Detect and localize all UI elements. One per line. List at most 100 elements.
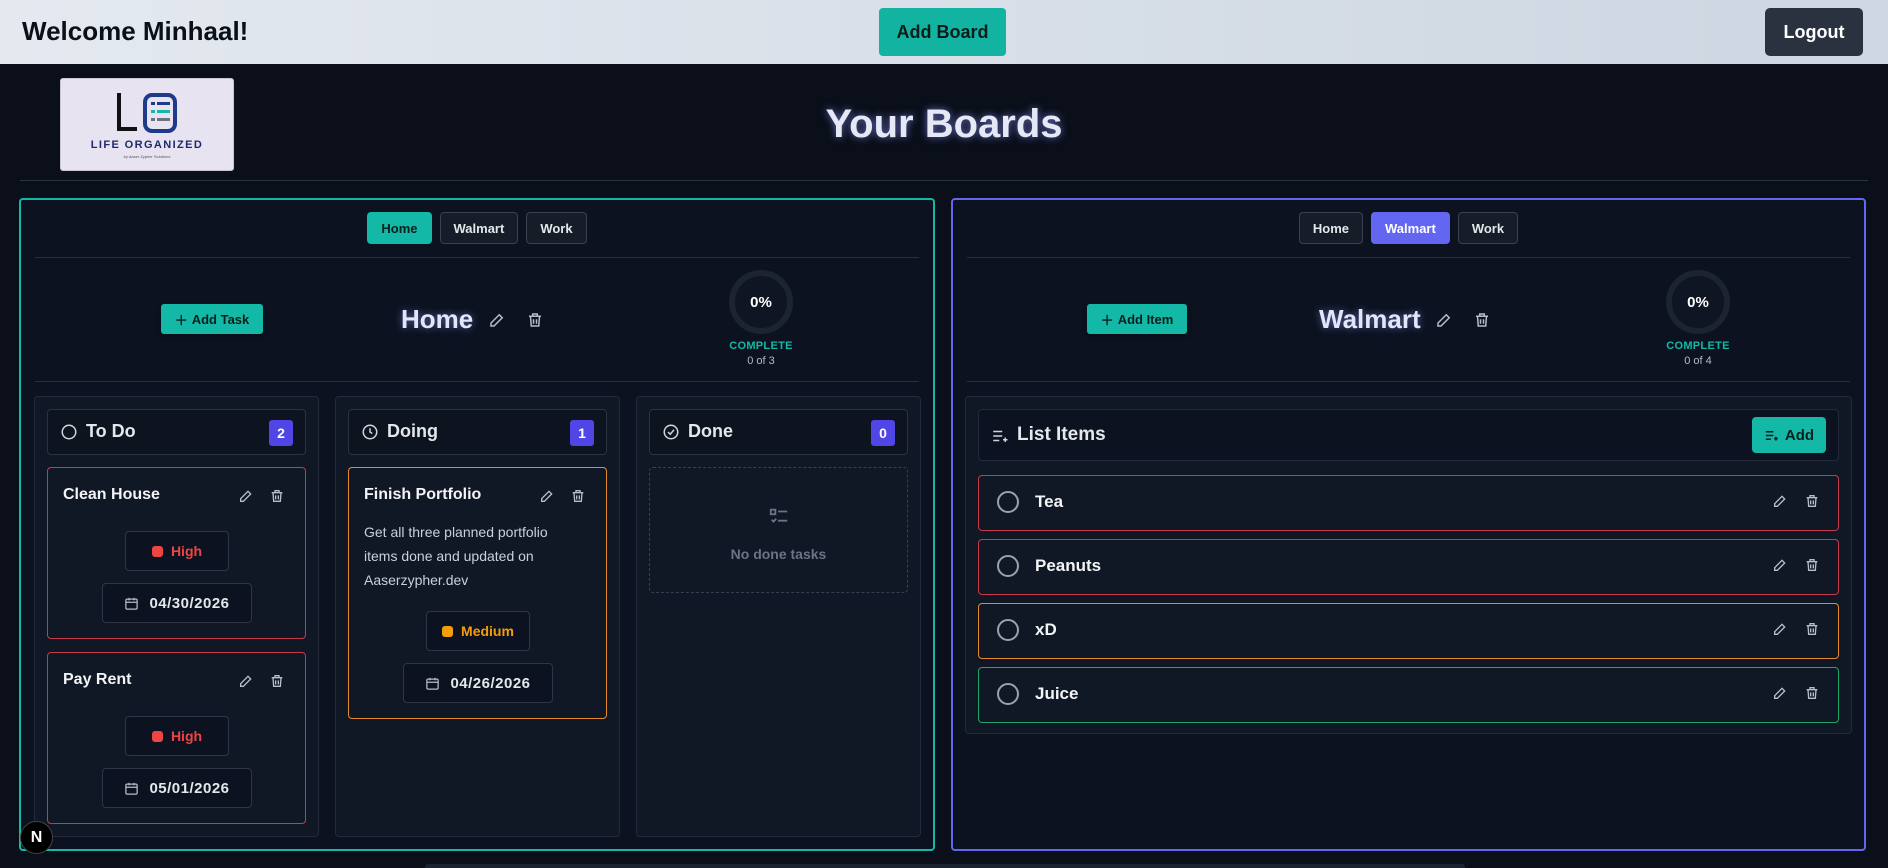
tab-walmart[interactable]: Walmart: [1371, 212, 1450, 244]
progress-circle: 0%: [729, 270, 793, 334]
priority-badge: High: [125, 531, 229, 571]
task-title: Clean House: [63, 486, 160, 503]
list-item-label: xD: [1035, 620, 1057, 639]
board-tabs: Home Walmart Work: [953, 212, 1864, 244]
calendar-icon: [125, 597, 139, 610]
delete-icon[interactable]: [1804, 493, 1820, 509]
header-divider: [20, 180, 1868, 181]
welcome-text: Welcome Minhaal!: [22, 16, 249, 46]
list-container: List Items Add Tea Peanuts xD Juice: [965, 396, 1852, 734]
delete-icon[interactable]: [269, 673, 285, 689]
delete-board-icon[interactable]: [525, 310, 545, 330]
progress-percent: 0%: [750, 293, 772, 311]
edit-icon[interactable]: [238, 488, 254, 504]
edit-board-icon[interactable]: [1434, 310, 1454, 330]
list-item-label: Peanuts: [1035, 556, 1102, 575]
task-title: Finish Portfolio: [364, 486, 482, 503]
tab-work[interactable]: Work: [526, 212, 587, 244]
due-date: 04/30/2026: [102, 583, 252, 623]
list-header: List Items Add: [978, 409, 1839, 461]
due-date-text: 04/26/2026: [450, 674, 531, 692]
task-card[interactable]: Clean House High 04/30/2026: [47, 467, 306, 639]
progress-label: COMPLETE: [1666, 340, 1730, 352]
task-description: Get all three planned portfolio items do…: [364, 524, 548, 588]
progress-percent: 0%: [1687, 293, 1709, 311]
due-date-text: 04/30/2026: [149, 594, 230, 612]
priority-label: High: [170, 728, 203, 744]
column-header: Done 0: [649, 409, 908, 455]
add-list-label: Add: [1784, 426, 1815, 444]
checkbox-circle[interactable]: [997, 619, 1019, 641]
progress-label: COMPLETE: [729, 340, 793, 352]
progress-count: 0 of 4: [1684, 355, 1712, 367]
edit-icon[interactable]: [238, 673, 254, 689]
tab-home[interactable]: Home: [1298, 212, 1364, 244]
add-task-label: Add Task: [191, 311, 250, 327]
add-item-button[interactable]: ＋ Add Item: [1087, 304, 1187, 334]
list-add-icon: [1765, 430, 1778, 440]
board-title: Walmart: [1319, 304, 1421, 334]
delete-icon[interactable]: [1804, 685, 1820, 701]
empty-text: No done tasks: [730, 546, 827, 562]
tab-walmart[interactable]: Walmart: [439, 212, 519, 244]
list-title: List Items: [1017, 424, 1106, 445]
delete-icon[interactable]: [269, 488, 285, 504]
bottom-edge: [425, 864, 1465, 868]
divider: [967, 257, 1850, 258]
column-done: Done 0 No done tasks: [636, 396, 921, 837]
list-item[interactable]: Juice: [978, 667, 1839, 723]
edit-icon[interactable]: [1772, 557, 1788, 573]
tab-work[interactable]: Work: [1457, 212, 1519, 244]
add-list-item-button[interactable]: Add: [1752, 417, 1826, 453]
list-item[interactable]: Peanuts: [978, 539, 1839, 595]
progress-count: 0 of 3: [747, 355, 775, 367]
delete-icon[interactable]: [1804, 621, 1820, 637]
list-item-label: Tea: [1035, 492, 1064, 511]
column-title: Doing: [387, 421, 438, 441]
tab-home[interactable]: Home: [367, 212, 432, 244]
checkbox-circle[interactable]: [997, 491, 1019, 513]
column-doing: Doing 1 Finish Portfolio Get all three p…: [335, 396, 620, 837]
edit-icon[interactable]: [1772, 685, 1788, 701]
plus-icon: ＋: [174, 312, 188, 328]
edit-icon[interactable]: [539, 488, 555, 504]
board-panel-walmart: Home Walmart Work ＋ Add Item Walmart 0% …: [951, 198, 1866, 851]
task-card[interactable]: Finish Portfolio Get all three planned p…: [348, 467, 607, 719]
logout-button[interactable]: Logout: [1765, 8, 1863, 56]
edit-board-icon[interactable]: [487, 310, 507, 330]
delete-icon[interactable]: [1804, 557, 1820, 573]
count-badge: 2: [269, 420, 293, 446]
priority-dot: [442, 625, 454, 637]
list-item[interactable]: xD: [978, 603, 1839, 659]
checkbox-circle[interactable]: [997, 683, 1019, 705]
delete-icon[interactable]: [570, 488, 586, 504]
priority-badge: Medium: [426, 611, 530, 651]
checklist-icon: [769, 508, 787, 523]
add-board-button[interactable]: Add Board: [879, 8, 1006, 56]
count-badge: 0: [871, 420, 895, 446]
priority-label: Medium: [461, 623, 514, 639]
progress-ring: 0% COMPLETE 0 of 4: [1658, 270, 1738, 374]
board-tabs: Home Walmart Work: [21, 212, 933, 244]
list-item[interactable]: Tea: [978, 475, 1839, 531]
task-card[interactable]: Pay Rent High 05/01/2026: [47, 652, 306, 824]
column-header: To Do 2: [47, 409, 306, 455]
edit-icon[interactable]: [1772, 493, 1788, 509]
page-title: Your Boards: [825, 102, 1063, 146]
priority-dot: [151, 545, 163, 557]
dev-tools-badge[interactable]: N: [20, 821, 53, 854]
column-todo: To Do 2 Clean House High 04/30/2026 Pay …: [34, 396, 319, 837]
checkbox-circle[interactable]: [997, 555, 1019, 577]
priority-label: High: [170, 543, 203, 559]
edit-icon[interactable]: [1772, 621, 1788, 637]
column-title: Done: [688, 421, 733, 441]
delete-board-icon[interactable]: [1472, 310, 1492, 330]
add-task-button[interactable]: ＋ Add Task: [161, 304, 263, 334]
progress-circle: 0%: [1666, 270, 1730, 334]
column-header: Doing 1: [348, 409, 607, 455]
circle-icon: [61, 424, 77, 440]
due-date: 05/01/2026: [102, 768, 252, 808]
priority-badge: High: [125, 716, 229, 756]
logo-subtext: by Aaser Zypher Solutions: [123, 154, 171, 159]
task-title: Pay Rent: [63, 671, 132, 688]
